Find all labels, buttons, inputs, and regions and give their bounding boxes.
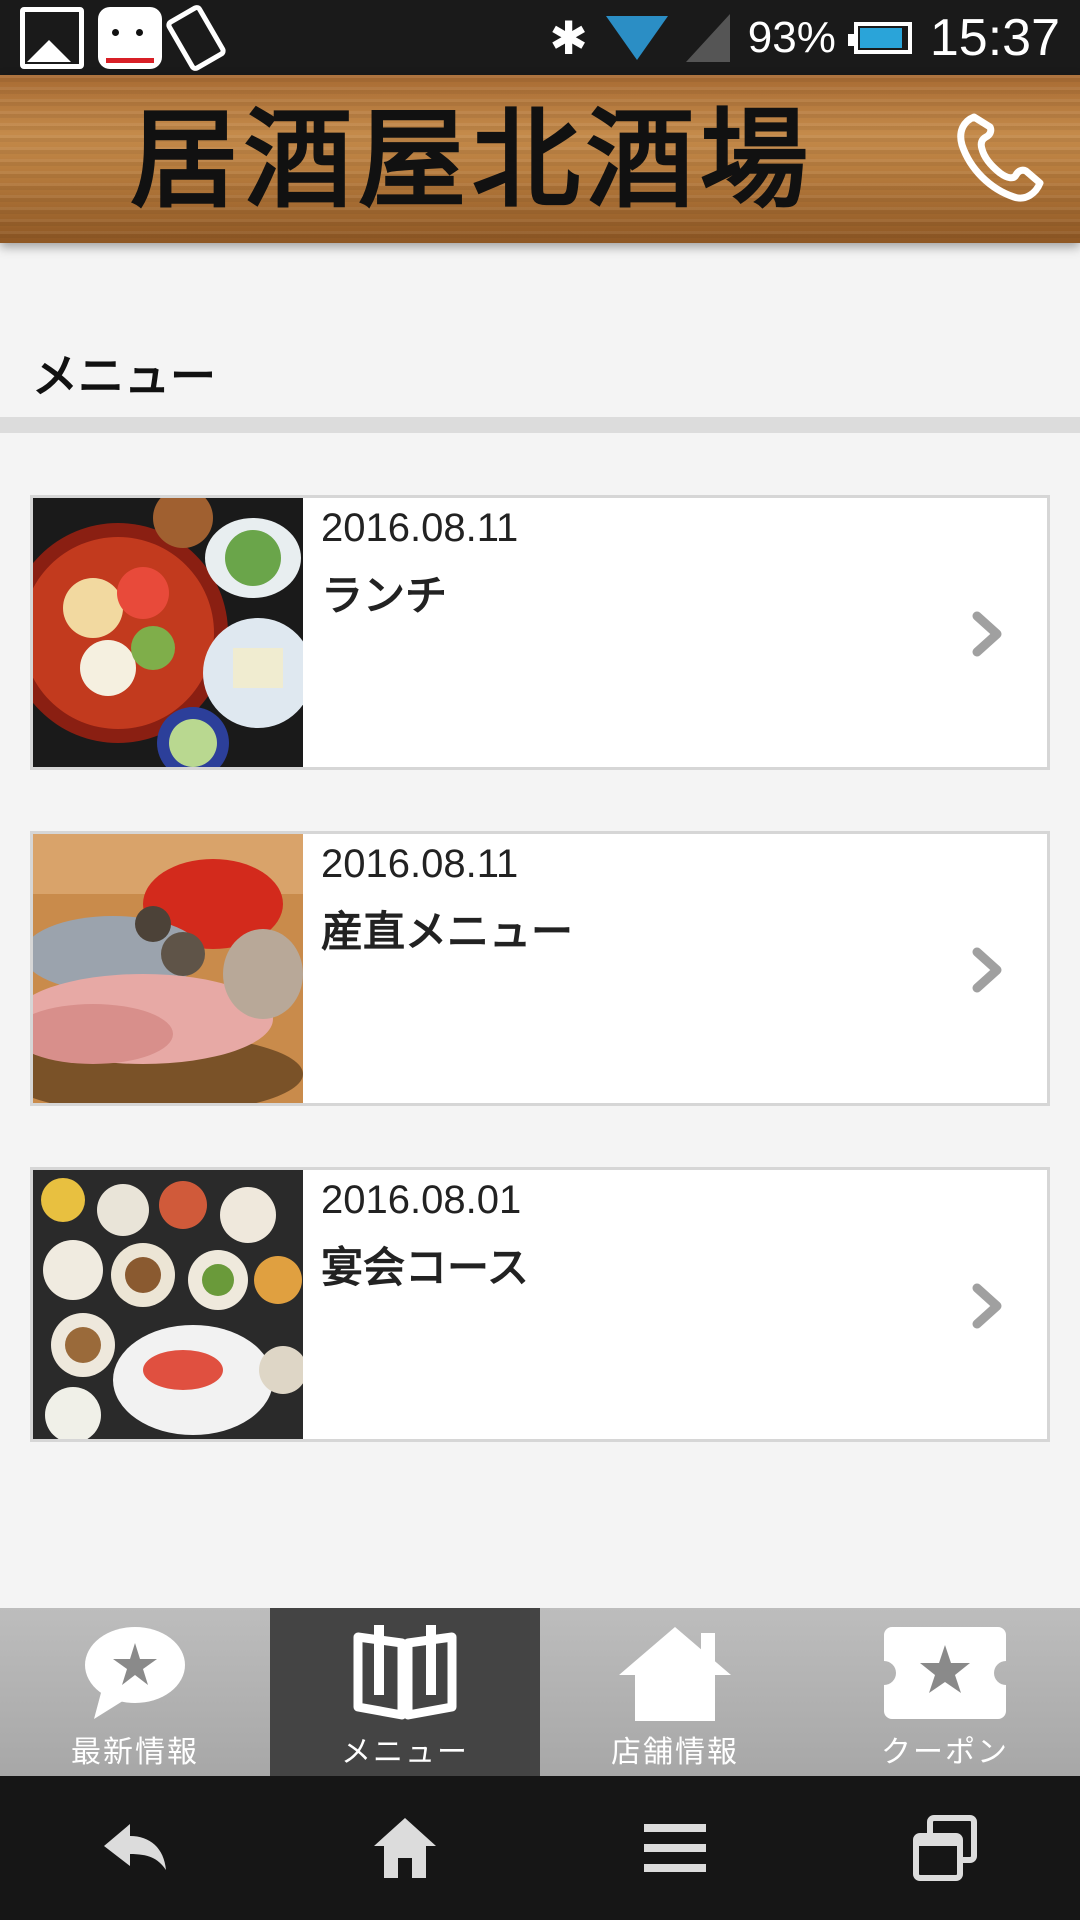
call-button[interactable] <box>948 107 1048 207</box>
signal-icon <box>685 13 730 62</box>
banquet-photo <box>33 1170 303 1439</box>
status-bar: ✱ 93% 15:37 <box>0 0 1080 75</box>
back-icon <box>104 1824 166 1870</box>
menu-card-sanchoku[interactable]: 2016.08.11 産直メニュー <box>30 831 1050 1106</box>
menu-content: メニュー 2016.08.11 ランチ 2016.08.11 産直メニュー 20… <box>0 287 1080 1500</box>
rotate-icon <box>164 2 228 74</box>
lunch-photo <box>33 498 303 767</box>
chevron-right-icon <box>972 1283 1002 1329</box>
menu-card-date: 2016.08.01 <box>321 1178 522 1222</box>
system-nav-bar <box>0 1776 1080 1920</box>
house-icon <box>619 1626 731 1721</box>
bottom-tab-bar: 最新情報 メニュー 店舗情報 クーポン <box>0 1608 1080 1776</box>
tab-news[interactable]: 最新情報 <box>0 1608 270 1776</box>
page-title: メニュー <box>32 349 216 403</box>
menu-card-title: 産直メニュー <box>321 907 574 956</box>
tab-coupon[interactable]: クーポン <box>810 1608 1080 1776</box>
menu-card-lunch[interactable]: 2016.08.11 ランチ <box>30 495 1050 770</box>
home-button[interactable] <box>345 1798 465 1898</box>
ticket-star-icon <box>884 1626 1006 1719</box>
battery-fill <box>859 27 903 48</box>
menu-card-banquet[interactable]: 2016.08.01 宴会コース <box>30 1167 1050 1442</box>
shop-logo-title: 居酒屋北酒場 <box>130 97 815 223</box>
menu-icon <box>644 1824 706 1872</box>
tab-label: メニュー <box>341 1735 469 1770</box>
recents-icon <box>913 1815 977 1881</box>
tab-label: 店舗情報 <box>611 1735 739 1770</box>
chevron-right-icon <box>972 947 1002 993</box>
speech-star-icon <box>85 1626 185 1719</box>
title-divider <box>0 417 1080 433</box>
tab-label: 最新情報 <box>71 1735 199 1770</box>
battery-icon <box>847 21 912 54</box>
tab-label: クーポン <box>881 1735 1009 1770</box>
chevron-right-icon <box>972 611 1002 657</box>
dog-app-icon <box>98 7 162 69</box>
phone-icon <box>957 113 1044 202</box>
recents-button[interactable] <box>885 1798 1005 1898</box>
gallery-icon <box>20 7 84 69</box>
book-icon <box>353 1624 457 1719</box>
bluetooth-icon: ✱ <box>549 10 588 65</box>
fish-photo <box>33 834 303 1103</box>
clock: 15:37 <box>929 8 1060 67</box>
menu-card-title: ランチ <box>321 571 448 620</box>
menu-card-date: 2016.08.11 <box>321 506 519 550</box>
menu-button[interactable] <box>615 1798 735 1898</box>
menu-card-title: 宴会コース <box>321 1243 529 1292</box>
wifi-icon <box>605 15 668 60</box>
shop-header: 居酒屋北酒場 <box>0 75 1080 243</box>
battery-percent: 93% <box>747 12 836 62</box>
tab-store-info[interactable]: 店舗情報 <box>540 1608 810 1776</box>
home-icon <box>374 1818 436 1878</box>
back-button[interactable] <box>75 1798 195 1898</box>
tab-menu[interactable]: メニュー <box>270 1608 540 1776</box>
menu-card-date: 2016.08.11 <box>321 842 519 886</box>
